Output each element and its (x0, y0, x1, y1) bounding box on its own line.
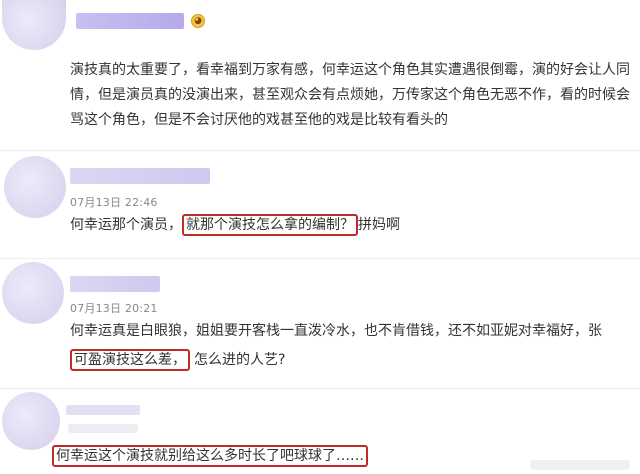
username-redacted[interactable] (76, 13, 184, 29)
emoji-icon: ◕ (191, 14, 205, 28)
watermark-blurred (530, 460, 630, 470)
comment-text: 何幸运真是白眼狼，姐姐要开客栈一直泼冷水，也不肯借钱，还不如亚妮对幸福好，张 可… (70, 319, 636, 373)
highlight-box: 就那个演技怎么拿的编制？ (182, 214, 358, 236)
avatar[interactable] (2, 0, 66, 50)
comment-text-line: 可盈演技这么差， 怎么进的人艺? (70, 348, 636, 373)
avatar[interactable] (2, 392, 60, 450)
avatar[interactable] (4, 156, 66, 218)
comment-text-line: 何幸运真是白眼狼，姐姐要开客栈一直泼冷水，也不肯借钱，还不如亚妮对幸福好，张 (70, 323, 602, 339)
username-redacted[interactable] (70, 168, 210, 184)
avatar[interactable] (2, 262, 64, 324)
highlight-box: 可盈演技这么差， (70, 349, 190, 371)
comment-timestamp: 07月13日 20:21 (70, 302, 158, 315)
divider (0, 150, 640, 151)
divider (0, 388, 640, 389)
comment-text: 演技真的太重要了，看幸福到万家有感，何幸运这个角色其实遭遇很倒霉，演的好会让人同… (70, 62, 630, 128)
comment-text-plain: 拼妈啊 (358, 217, 400, 233)
username-redacted[interactable] (66, 405, 140, 415)
comment-text: 何幸运那个演员， 就那个演技怎么拿的编制？ 拼妈啊 (70, 213, 630, 238)
divider (0, 258, 640, 259)
timestamp-blurred (68, 424, 138, 433)
highlight-box: 何幸运这个演技就别给这么多时长了吧球球了…… (52, 445, 368, 467)
comment-text-plain: 何幸运那个演员， (70, 217, 182, 233)
comment-text-plain: 怎么进的人艺? (194, 352, 286, 368)
comment-timestamp: 07月13日 22:46 (70, 196, 158, 209)
comment-text: 何幸运这个演技就别给这么多时长了吧球球了…… (52, 444, 452, 469)
username-redacted[interactable] (70, 276, 160, 292)
